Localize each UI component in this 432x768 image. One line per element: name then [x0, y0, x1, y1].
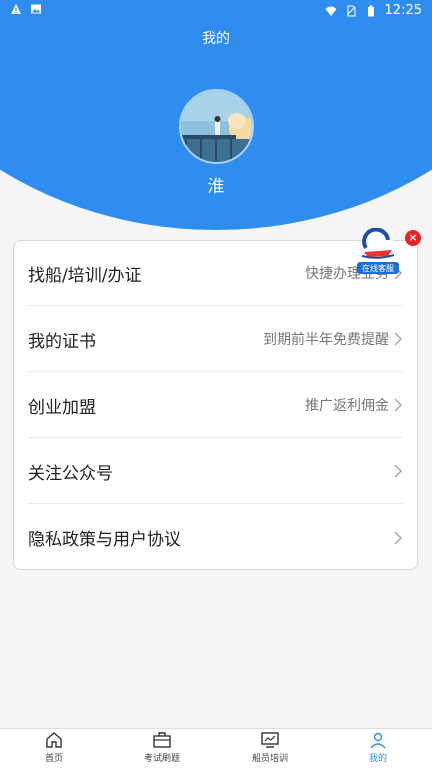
tab-label: 我的 [368, 754, 387, 764]
tab-home[interactable]: 首页 [0, 729, 108, 768]
username: 淮 [207, 177, 225, 197]
online-service-button[interactable]: 在线客服 [356, 227, 400, 276]
monitor-chart-icon [261, 732, 279, 748]
tab-exam-practice[interactable]: 考试刷题 [108, 729, 216, 768]
chevron-right-icon [394, 398, 403, 412]
menu-item-label: 找船/培训/办证 [28, 265, 142, 286]
menu-item-hint: 推广返利佣金 [305, 398, 389, 414]
menu-item-label: 关注公众号 [28, 463, 113, 484]
chevron-right-icon [394, 530, 403, 545]
tab-mine[interactable]: 我的 [324, 729, 432, 768]
bottom-navigation: 首页 考试刷题 船员培训 我的 [0, 728, 432, 768]
menu-item-follow-account[interactable]: 关注公众号 [28, 439, 403, 504]
chevron-right-icon [394, 464, 403, 478]
ship-logo-icon: 在线客服 [357, 227, 399, 274]
tab-crew-training[interactable]: 船员培训 [216, 729, 324, 768]
home-icon [46, 732, 62, 748]
battery-icon [367, 5, 374, 16]
tab-label: 考试刷题 [143, 754, 180, 764]
page-title: 我的 [202, 31, 230, 47]
menu-item-privacy-policy[interactable]: 隐私政策与用户协议 [28, 505, 403, 570]
menu-item-label: 我的证书 [28, 331, 96, 352]
menu-item-find-ship[interactable]: 找船/培训/办证 快捷办理业务 [28, 241, 403, 306]
no-sim-icon [346, 5, 356, 16]
menu-item-hint: 到期前半年免费提醒 [263, 332, 389, 348]
tab-label: 船员培训 [251, 754, 288, 764]
image-icon [31, 4, 41, 14]
status-time: 12:25 [384, 3, 422, 18]
status-bar: 12:25 [0, 0, 432, 22]
tab-label: 首页 [44, 754, 63, 764]
close-icon[interactable]: × [405, 230, 421, 246]
avatar[interactable] [179, 89, 254, 164]
menu-item-franchise[interactable]: 创业加盟 推广返利佣金 [28, 373, 403, 438]
online-service-label: 在线客服 [362, 263, 394, 273]
screen: 12:25 我的 淮 找船/培训/办证 快捷办理业务 我的证书 到期前半年免费提… [0, 0, 432, 768]
menu-item-my-certificates[interactable]: 我的证书 到期前半年免费提醒 [28, 307, 403, 372]
warning-icon [11, 4, 21, 14]
chevron-right-icon [394, 332, 403, 346]
menu-item-label: 创业加盟 [28, 397, 96, 418]
user-icon [370, 732, 386, 749]
menu-item-label: 隐私政策与用户协议 [28, 530, 181, 550]
briefcase-icon [153, 732, 171, 748]
menu-card: 找船/培训/办证 快捷办理业务 我的证书 到期前半年免费提醒 创业加盟 推广返利… [13, 240, 418, 570]
wifi-icon [325, 6, 337, 16]
